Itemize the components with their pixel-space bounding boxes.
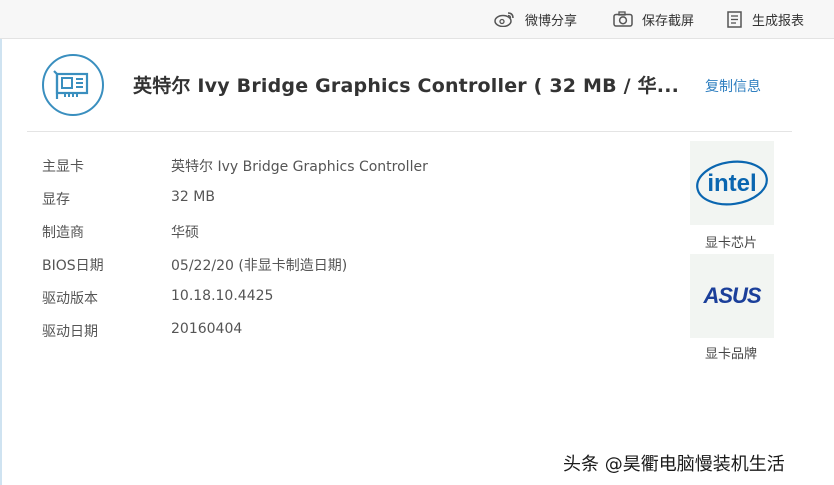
report-icon [727,10,742,28]
intel-logo-text: intel [707,170,756,197]
info-list: 主显卡 英特尔 Ivy Bridge Graphics Controller 显… [42,156,522,354]
info-label: 显存 [42,192,70,208]
info-value: 华硕 [171,225,199,241]
intel-logo: intel [690,141,774,225]
top-toolbar: 微博分享 保存截屏 生成报表 [0,0,834,39]
info-row-driver-version: 驱动版本 10.18.10.4425 [42,288,522,321]
gpu-chip-caption: 显卡芯片 [705,236,758,251]
weibo-icon [494,12,514,27]
gpu-brand-caption: 显卡品牌 [705,347,758,362]
generate-report-label: 生成报表 [752,13,805,29]
info-row-primary-gpu: 主显卡 英特尔 Ivy Bridge Graphics Controller [42,156,522,189]
watermark: 头条 @昊衢电脑慢装机生活 [563,454,785,475]
camera-icon [613,11,633,27]
info-row-driver-date: 驱动日期 20160404 [42,321,522,354]
info-value: 20160404 [171,321,243,337]
info-value: 32 MB [171,189,215,205]
info-value: 10.18.10.4425 [171,288,274,304]
page-title: 英特尔 Ivy Bridge Graphics Controller ( 32 … [133,75,680,97]
save-screenshot-button[interactable]: 保存截屏 [613,9,694,29]
info-label: 驱动版本 [42,291,98,307]
generate-report-button[interactable]: 生成报表 [727,9,804,29]
info-row-manufacturer: 制造商 华硕 [42,222,522,255]
save-screenshot-label: 保存截屏 [642,13,695,29]
copy-info-link[interactable]: 复制信息 [705,76,761,96]
weibo-share-button[interactable]: 微博分享 [494,9,577,29]
info-label: BIOS日期 [42,258,104,274]
graphics-card-icon [42,54,104,116]
info-label: 主显卡 [42,159,84,175]
info-value: 05/22/20 (非显卡制造日期) [171,258,348,274]
header-divider [27,131,792,132]
asus-logo: ASUS [690,254,774,338]
weibo-share-label: 微博分享 [525,13,578,29]
info-row-bios-date: BIOS日期 05/22/20 (非显卡制造日期) [42,255,522,288]
info-label: 制造商 [42,225,84,241]
info-row-vram: 显存 32 MB [42,189,522,222]
asus-logo-text: ASUS [702,283,761,308]
info-label: 驱动日期 [42,324,98,340]
info-value: 英特尔 Ivy Bridge Graphics Controller [171,159,428,175]
window-edge [0,0,2,485]
